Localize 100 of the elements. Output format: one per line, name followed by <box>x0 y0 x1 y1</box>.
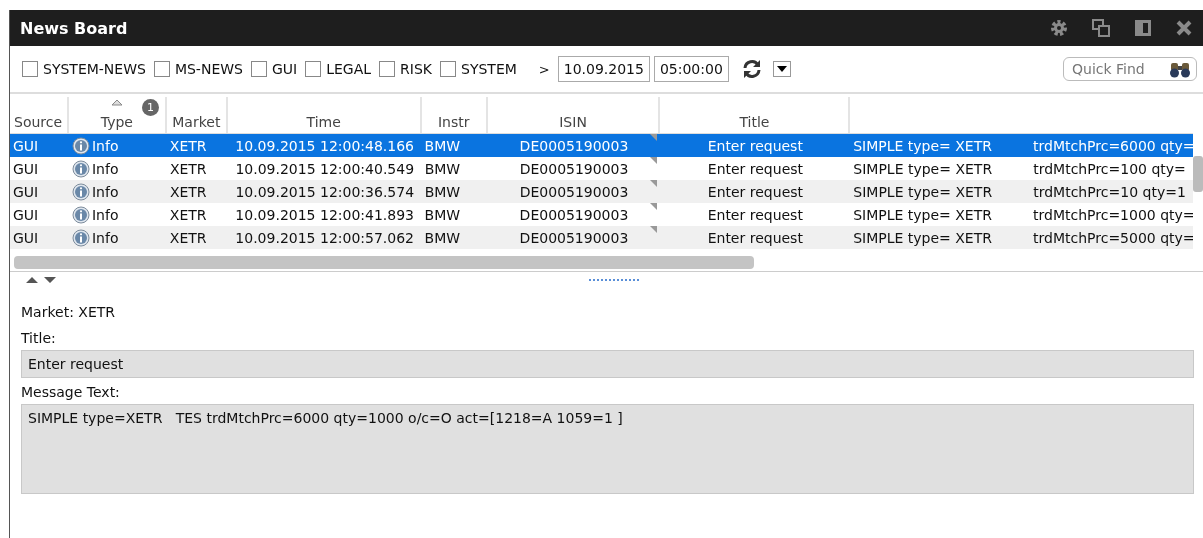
info-icon <box>71 136 90 155</box>
binoculars-icon[interactable] <box>1169 61 1191 79</box>
table-cell: DE0005190003 <box>519 229 629 246</box>
table-cell: 10.09.2015 12:00:41.893 <box>235 206 415 223</box>
table-cell: Enter request <box>707 137 803 154</box>
corner-mark-icon <box>650 134 658 141</box>
title-field[interactable]: Enter request <box>21 350 1194 378</box>
table-cell: trdMtchPrc=10 qty=1 <box>1033 183 1186 200</box>
column-header[interactable]: Instr <box>437 114 470 130</box>
table-cell: Enter request <box>707 183 804 200</box>
table-cell: 10.09.2015 12:00:40.549 <box>235 160 415 177</box>
close-icon[interactable] <box>1175 19 1193 37</box>
info-icon <box>71 205 90 224</box>
table-cell: Enter request <box>707 206 803 223</box>
operator-label: > <box>538 61 550 77</box>
table-cell: BMW <box>424 160 461 177</box>
table-cell: DE0005190003 <box>519 160 629 177</box>
dropdown-button[interactable] <box>772 61 791 77</box>
table-cell: SIMPLE type= XETR <box>853 183 993 200</box>
message-label: Message Text: <box>21 384 121 400</box>
settings-icon[interactable] <box>1049 18 1069 38</box>
table-cell: GUI <box>13 183 39 200</box>
table-cell: 10.09.2015 12:00:48.166 <box>235 137 415 154</box>
table-cell: Enter request <box>707 229 803 246</box>
table-cell: GUI <box>13 206 39 223</box>
checkbox[interactable] <box>22 61 38 77</box>
table-cell: XETR <box>169 206 207 223</box>
table-cell: XETR <box>169 229 207 246</box>
checkbox[interactable] <box>305 61 322 77</box>
column-header[interactable]: Market <box>172 114 221 130</box>
table-cell: trdMtchPrc=100 qty= <box>1033 160 1186 177</box>
checkbox[interactable] <box>379 61 396 77</box>
table-cell: GUI <box>13 160 39 177</box>
column-header[interactable]: Time <box>306 114 341 130</box>
checkbox[interactable] <box>153 61 170 77</box>
splitter-handle[interactable] <box>589 279 639 281</box>
restore-icon[interactable] <box>1091 18 1111 38</box>
filter-label: LEGAL <box>326 61 372 77</box>
table-cell: Info <box>91 229 119 246</box>
table-row[interactable]: GUI Info XETR 10.09.2015 12:00:40.549 BMW DE0005190003 Enter request SIMPLE type= XETR trdMtchPrc=100 qty= <box>10 157 1193 180</box>
table-row[interactable]: GUI Info XETR 10.09.2015 12:00:48.166 BMW DE0005190003 Enter request SIMPLE type= XETR trdMtchPrc=6000 qty= <box>10 134 1193 157</box>
table-cell: BMW <box>424 137 461 154</box>
table-row[interactable]: GUI Info XETR 10.09.2015 12:00:57.062 BMW DE0005190003 Enter request SIMPLE type= XETR trdMtchPrc=5000 qty= <box>10 226 1193 249</box>
column-header[interactable]: Title <box>739 114 770 130</box>
table-cell: SIMPLE type= XETR <box>853 229 992 246</box>
table-cell: SIMPLE type= XETR <box>853 160 993 177</box>
table-cell: DE0005190003 <box>519 206 629 223</box>
table-cell: 10.09.2015 12:00:57.062 <box>235 229 415 246</box>
table-cell: trdMtchPrc=6000 qty= <box>1033 137 1193 154</box>
window-title: News Board <box>20 18 128 38</box>
info-icon <box>71 159 90 178</box>
table-cell: Info <box>91 183 119 200</box>
table-row[interactable]: GUI Info XETR 10.09.2015 12:00:36.574 BMW DE0005190003 Enter request SIMPLE type= XETR trdMtchPrc=10 qty=1 <box>10 180 1193 203</box>
date-field[interactable]: 10.09.2015 <box>557 56 650 82</box>
table-cell: trdMtchPrc=1000 qty= <box>1033 206 1193 223</box>
checkbox[interactable] <box>440 61 457 77</box>
scrollbar-thumb[interactable] <box>14 256 754 269</box>
scrollbar-thumb[interactable] <box>1193 156 1203 192</box>
table-cell: BMW <box>424 229 461 246</box>
checkbox[interactable] <box>251 61 267 77</box>
column-header[interactable]: Source <box>14 114 63 130</box>
message-text-field[interactable]: SIMPLE type=XETR TES trdMtchPrc=6000 qty=1000 o/c=O act=[1218=A 1059=1 ] <box>21 404 1194 494</box>
filter-label: MS-NEWS <box>174 61 243 77</box>
filter-label: SYSTEM <box>461 61 517 77</box>
corner-mark-icon <box>650 226 658 233</box>
corner-mark-icon <box>650 157 658 164</box>
table-row[interactable]: GUI Info XETR 10.09.2015 12:00:41.893 BMW DE0005190003 Enter request SIMPLE type= XETR trdMtchPrc=1000 qty= <box>10 203 1193 226</box>
table-cell: SIMPLE type= XETR <box>853 206 992 223</box>
filter-label: SYSTEM-NEWS <box>43 61 146 77</box>
table-cell: DE0005190003 <box>519 183 629 200</box>
table-cell: trdMtchPrc=5000 qty= <box>1033 229 1193 246</box>
table-cell: BMW <box>424 206 461 223</box>
table-cell: SIMPLE type= XETR <box>853 137 992 154</box>
title-label: Title: <box>21 330 57 346</box>
filter-label: GUI <box>272 61 298 77</box>
info-icon <box>71 228 90 247</box>
table-cell: 10.09.2015 12:00:36.574 <box>235 183 415 200</box>
market-label: Market: XETR <box>21 304 116 320</box>
caret-icon <box>776 66 787 72</box>
table-cell: XETR <box>169 137 207 154</box>
quick-find-field[interactable]: Quick Find <box>1063 57 1197 81</box>
table-cell: XETR <box>169 183 207 200</box>
table-cell: BMW <box>424 183 461 200</box>
sort-order-badge: 1 <box>141 99 159 116</box>
info-icon <box>71 182 90 201</box>
table-cell: DE0005190003 <box>519 137 629 154</box>
table-cell: GUI <box>13 137 39 154</box>
table-cell: GUI <box>13 229 39 246</box>
table-cell: Info <box>91 206 119 223</box>
column-header[interactable]: ISIN <box>559 114 587 130</box>
table-cell: Enter request <box>707 160 804 177</box>
column-header[interactable]: Type <box>100 114 133 130</box>
table-cell: Info <box>91 137 119 154</box>
corner-mark-icon <box>650 180 658 187</box>
filter-label: RISK <box>400 61 433 77</box>
time-field[interactable]: 05:00:00 <box>653 56 729 82</box>
table-cell: XETR <box>169 160 207 177</box>
dock-icon[interactable] <box>1133 18 1153 38</box>
corner-mark-icon <box>650 203 658 210</box>
table-cell: Info <box>91 160 119 177</box>
